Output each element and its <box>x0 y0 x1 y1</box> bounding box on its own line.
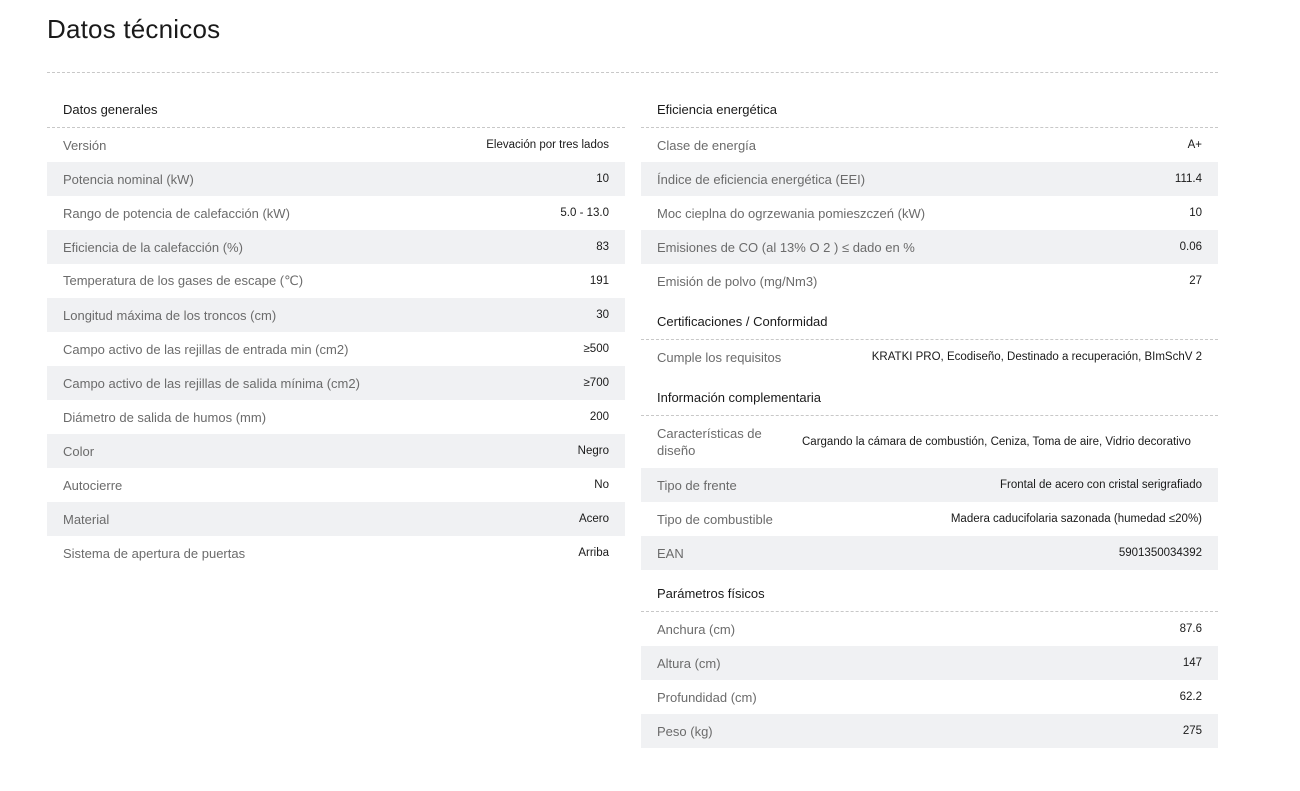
spec-label: Sistema de apertura de puertas <box>63 545 246 561</box>
spec-row: Anchura (cm) 87.6 <box>641 612 1218 646</box>
spec-label: Emisión de polvo (mg/Nm3) <box>657 273 818 289</box>
spec-value: A+ <box>1187 139 1202 151</box>
page-title: Datos técnicos <box>47 14 221 44</box>
spec-value: No <box>594 479 609 491</box>
spec-value: 5.0 - 13.0 <box>560 207 609 219</box>
spec-value: 10 <box>1189 207 1202 219</box>
spec-label: Material <box>63 511 110 527</box>
spec-row: Tipo de frente Frontal de acero con crist… <box>641 468 1218 502</box>
spec-value: Acero <box>578 513 609 525</box>
spec-label: Índice de eficiencia energética (EEI) <box>657 171 866 187</box>
spec-row: Eficiencia de la calefacción (%) 83 <box>47 230 625 264</box>
spec-value: ≥500 <box>583 343 610 355</box>
spec-value: 275 <box>1182 725 1202 737</box>
tech-data-page: Datos técnicos Datos generales Versión El… <box>0 0 1300 791</box>
spec-value: ≥700 <box>583 377 610 389</box>
spec-value: Frontal de acero con cristal serigrafiad… <box>1000 479 1202 491</box>
spec-value: 111.4 <box>1174 173 1202 185</box>
spec-value: 30 <box>596 309 609 321</box>
spec-value: 200 <box>589 411 609 423</box>
spec-row: EAN 5901350034392 <box>641 536 1218 570</box>
spec-row: Campo activo de las rejillas de salida m… <box>47 366 625 400</box>
spec-row: Rango de potencia de calefacción (kW) 5.0… <box>47 196 625 230</box>
spec-label: Clase de energía <box>657 137 757 153</box>
spec-row: Material Acero <box>47 502 625 536</box>
section-title-general: Datos generales <box>47 90 625 128</box>
spec-row: Longitud máxima de los troncos (cm) 30 <box>47 298 625 332</box>
spec-row: Altura (cm) 147 <box>641 646 1218 680</box>
spec-value: KRATKI PRO, Ecodiseño, Destinado a recup… <box>871 351 1202 363</box>
spec-label: Características de diseño <box>657 426 762 458</box>
spec-value: 83 <box>596 241 609 253</box>
spec-row: Peso (kg) 275 <box>641 714 1218 748</box>
spec-row: Versión Elevación por tres lados <box>47 128 625 162</box>
spec-label: Campo activo de las rejillas de entrada … <box>63 341 349 357</box>
spec-row: Temperatura de los gases de escape (℃) 19… <box>47 264 625 298</box>
spec-row: Emisiones de CO (al 13% O 2 ) ≤ dado en … <box>641 230 1218 264</box>
spec-label: Moc cieplna do ogrzewania pomieszczeń (k… <box>657 205 926 221</box>
spec-row: Potencia nominal (kW) 10 <box>47 162 625 196</box>
spec-value: 0.06 <box>1179 241 1202 253</box>
spec-label: Emisiones de CO (al 13% O 2 ) ≤ dado en … <box>657 239 915 255</box>
spec-label: EAN <box>657 545 684 561</box>
spec-value: Arriba <box>578 547 609 559</box>
spec-value: 27 <box>1189 275 1202 287</box>
section-title-additional-info: Información complementaria <box>641 380 1218 416</box>
spec-row: Emisión de polvo (mg/Nm3) 27 <box>641 264 1218 298</box>
spec-value: 62.2 <box>1179 691 1202 703</box>
spec-row: Autocierre No <box>47 468 625 502</box>
spec-label: Temperatura de los gases de escape (℃) <box>63 273 304 288</box>
spec-row: Profundidad (cm) 62.2 <box>641 680 1218 714</box>
spec-row: Campo activo de las rejillas de entrada … <box>47 332 625 366</box>
spec-row: Índice de eficiencia energética (EEI) 111… <box>641 162 1218 196</box>
spec-value: 87.6 <box>1179 623 1202 635</box>
spec-row: Características de diseño Cargando la cám… <box>641 416 1218 468</box>
spec-label: Eficiencia de la calefacción (%) <box>63 239 243 255</box>
spec-row: Cumple los requisitos KRATKI PRO, Ecodise… <box>641 340 1218 374</box>
spec-value: 10 <box>596 173 609 185</box>
spec-label: Autocierre <box>63 477 123 493</box>
spec-label: Versión <box>63 137 107 153</box>
general-data-section: Datos generales Versión Elevación por tre… <box>47 90 625 570</box>
spec-label: Peso (kg) <box>657 723 713 739</box>
spec-row: Sistema de apertura de puertas Arriba <box>47 536 625 570</box>
spec-label: Profundidad (cm) <box>657 689 757 705</box>
spec-label: Color <box>63 443 95 459</box>
energy-section-column: Eficiencia energética Clase de energía A+… <box>641 90 1218 748</box>
spec-label: Altura (cm) <box>657 655 721 671</box>
spec-value: Negro <box>577 445 609 457</box>
spec-label: Diámetro de salida de humos (mm) <box>63 409 267 425</box>
section-title-physical: Parámetros físicos <box>641 576 1218 612</box>
spec-value: 147 <box>1182 657 1202 669</box>
spec-label: Longitud máxima de los troncos (cm) <box>63 307 277 323</box>
spec-label: Cumple los requisitos <box>657 349 782 365</box>
spec-row: Clase de energía A+ <box>641 128 1218 162</box>
section-title-certifications: Certificaciones / Conformidad <box>641 304 1218 340</box>
spec-label: Tipo de combustible <box>657 511 773 527</box>
spec-row: Tipo de combustible Madera caducifolaria … <box>641 502 1218 536</box>
spec-value: Elevación por tres lados <box>486 139 609 151</box>
spec-value: 191 <box>589 275 609 287</box>
spec-label: Rango de potencia de calefacción (kW) <box>63 205 290 221</box>
spec-row: Color Negro <box>47 434 625 468</box>
spec-label: Potencia nominal (kW) <box>63 171 194 187</box>
spec-label: Tipo de frente <box>657 477 737 493</box>
spec-row: Diámetro de salida de humos (mm) 200 <box>47 400 625 434</box>
spec-value: 5901350034392 <box>1118 547 1202 559</box>
spec-row: Moc cieplna do ogrzewania pomieszczeń (k… <box>641 196 1218 230</box>
spec-value: Madera caducifolaria sazonada (humedad ≤… <box>950 513 1202 525</box>
spec-value: Cargando la cámara de combustión, Ceniza… <box>802 435 1191 448</box>
section-title-energy: Eficiencia energética <box>641 90 1218 128</box>
spec-label: Campo activo de las rejillas de salida m… <box>63 375 360 391</box>
title-divider <box>47 72 1218 73</box>
spec-label: Anchura (cm) <box>657 621 736 637</box>
